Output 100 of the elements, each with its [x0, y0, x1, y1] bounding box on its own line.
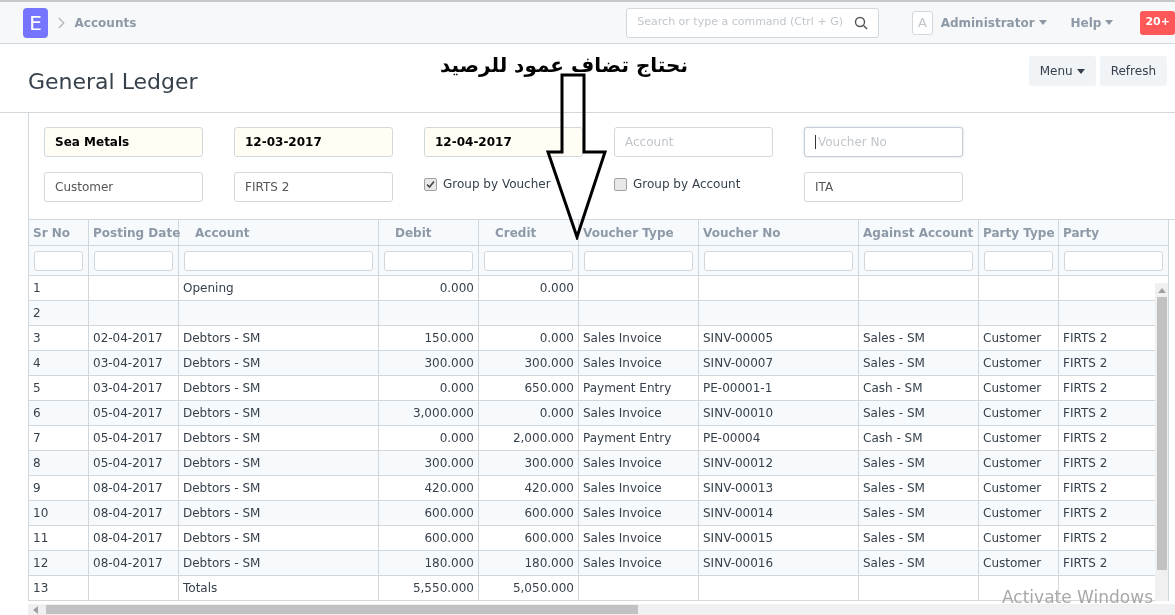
- table-cell-text: SINV-00014: [703, 505, 774, 522]
- table-cell-text: Customer: [983, 430, 1042, 447]
- filter-field[interactable]: FIRTS 2: [234, 172, 393, 202]
- column-header[interactable]: Party: [1059, 220, 1169, 245]
- table-cell-text: Sales - SM: [863, 405, 925, 422]
- table-cell-text: Customer: [983, 505, 1042, 522]
- table-cell-text: 9: [33, 480, 41, 497]
- table-cell-text: 3: [33, 330, 41, 347]
- table-cell-text: Sales - SM: [863, 455, 925, 472]
- table-cell-text: 6: [33, 405, 41, 422]
- table-cell-text: Customer: [983, 405, 1042, 422]
- column-header[interactable]: Account: [179, 220, 379, 245]
- table-cell-text: 5,550.000: [412, 580, 474, 597]
- table-cell-text: FIRTS 2: [1063, 530, 1108, 547]
- toolbar-button[interactable]: Menu: [1028, 56, 1096, 86]
- table-cell-text: 03-04-2017: [93, 355, 163, 372]
- scroll-up-arrow-icon[interactable]: [1157, 287, 1166, 293]
- column-filter-input[interactable]: [484, 250, 573, 271]
- notification-badge[interactable]: 20+: [1140, 10, 1175, 35]
- filter-field[interactable]: 12-03-2017: [234, 127, 393, 157]
- table-cell-text: Sales - SM: [863, 480, 925, 497]
- table-cell-text: Debtors - SM: [183, 530, 261, 547]
- column-filter-input[interactable]: [864, 250, 973, 271]
- help-menu[interactable]: Help: [1070, 13, 1114, 32]
- column-filter-input[interactable]: [704, 250, 853, 271]
- filter-field[interactable]: ITA: [804, 172, 963, 202]
- table-cell-text: FIRTS 2: [1063, 455, 1108, 472]
- breadcrumb-link[interactable]: Accounts: [74, 13, 137, 32]
- column-filter-input[interactable]: [94, 250, 173, 271]
- filter-field[interactable]: Voucher No: [804, 127, 963, 157]
- filter-field[interactable]: Account: [614, 127, 773, 157]
- search-icon: [854, 15, 869, 30]
- column-filter-input[interactable]: [34, 250, 83, 271]
- table-cell-text: 420.000: [424, 480, 474, 497]
- table-cell-text: Sales - SM: [863, 505, 925, 522]
- column-header[interactable]: Sr No: [29, 220, 89, 245]
- table-cell-text: Sales Invoice: [583, 355, 662, 372]
- table-cell-text: 05-04-2017: [93, 455, 163, 472]
- table-cell-text: SINV-00005: [703, 330, 774, 347]
- table-cell-text: 0.000: [439, 380, 474, 397]
- column-filter-input[interactable]: [184, 250, 373, 271]
- table-cell-text: 180.000: [524, 555, 574, 572]
- table-cell-text: Sales - SM: [863, 555, 925, 572]
- column-filter-input[interactable]: [584, 250, 693, 271]
- table-cell-text: 03-04-2017: [93, 380, 163, 397]
- table-cell-text: 0.000: [439, 280, 474, 297]
- table-cell-text: Cash - SM: [863, 430, 923, 447]
- table-cell-text: Debtors - SM: [183, 505, 261, 522]
- vertical-scrollbar[interactable]: [1155, 283, 1168, 601]
- caret-icon: [1076, 68, 1085, 74]
- caret-icon: [1038, 20, 1047, 25]
- table-cell-text: Sales Invoice: [583, 530, 662, 547]
- table-cell-text: 2: [33, 305, 41, 322]
- table-cell-text: SINV-00013: [703, 480, 774, 497]
- user-menu[interactable]: Administrator: [940, 13, 1047, 32]
- table-cell-text: 650.000: [524, 380, 574, 397]
- table-cell-text: 10: [33, 505, 49, 522]
- table-cell-text: FIRTS 2: [1063, 330, 1108, 347]
- table-cell-text: 600.000: [524, 530, 574, 547]
- filter-field[interactable]: 12-04-2017: [424, 127, 583, 157]
- table-cell-text: 5: [33, 380, 41, 397]
- column-header[interactable]: Party Type: [979, 220, 1059, 245]
- table-cell-text: FIRTS 2: [1063, 405, 1108, 422]
- checkbox-label: Group by Voucher: [443, 176, 551, 193]
- table-cell-text: Sales - SM: [863, 330, 925, 347]
- page-title: General Ledger: [28, 67, 198, 96]
- table-cell-text: PE-00004: [703, 430, 761, 447]
- checkbox-label: Group by Account: [633, 176, 741, 193]
- scroll-left-arrow-icon[interactable]: [32, 605, 38, 614]
- checkbox[interactable]: [614, 177, 627, 191]
- table-cell-text: Customer: [983, 455, 1042, 472]
- filter-field[interactable]: Customer: [44, 172, 203, 202]
- column-filter-input[interactable]: [984, 250, 1053, 271]
- table-cell-text: 0.000: [539, 280, 574, 297]
- column-header[interactable]: Voucher No: [699, 220, 859, 245]
- avatar[interactable]: A: [912, 10, 933, 35]
- column-header[interactable]: Voucher Type: [579, 220, 699, 245]
- table-cell-text: PE-00001-1: [703, 380, 773, 397]
- search-field[interactable]: Search or type a command (Ctrl + G): [626, 7, 880, 38]
- table-cell-text: Customer: [983, 330, 1042, 347]
- table-cell-text: SINV-00016: [703, 555, 774, 572]
- column-filter-input[interactable]: [1064, 250, 1163, 271]
- table-cell-text: FIRTS 2: [1063, 505, 1108, 522]
- column-header[interactable]: Credit: [479, 220, 579, 245]
- checkbox[interactable]: [424, 177, 437, 191]
- filter-field[interactable]: Sea Metals: [44, 127, 203, 157]
- app-logo[interactable]: E: [23, 7, 48, 38]
- table-cell-text: SINV-00012: [703, 455, 774, 472]
- column-header[interactable]: Posting Date: [89, 220, 179, 245]
- column-filter-input[interactable]: [384, 250, 473, 271]
- column-header[interactable]: Debit: [379, 220, 479, 245]
- table-cell-text: Debtors - SM: [183, 330, 261, 347]
- toolbar-button[interactable]: Refresh: [1099, 56, 1167, 86]
- table-cell-text: Opening: [183, 280, 234, 297]
- horizontal-scrollbar[interactable]: [28, 604, 1175, 615]
- table-cell-text: SINV-00010: [703, 405, 774, 422]
- column-header[interactable]: Against Account: [859, 220, 979, 245]
- table-cell-text: Customer: [983, 380, 1042, 397]
- chevron-right-icon: [57, 15, 65, 30]
- table-cell-text: 180.000: [424, 555, 474, 572]
